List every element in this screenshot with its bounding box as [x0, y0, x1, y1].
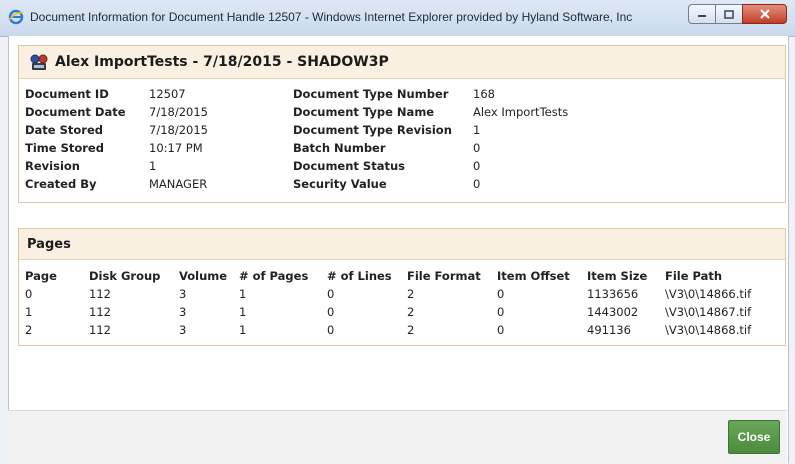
prop-value: 1 [149, 159, 157, 173]
pages-header: Pages [19, 229, 785, 260]
maximize-button[interactable] [715, 4, 742, 24]
prop-value: 10:17 PM [149, 141, 203, 155]
prop-label: Document Type Number [293, 87, 449, 101]
table-cell: 1 [239, 287, 247, 301]
document-info-panel: Alex ImportTests - 7/18/2015 - SHADOW3P … [18, 45, 786, 203]
table-cell: 0 [25, 287, 33, 301]
table-cell: 0 [327, 323, 335, 337]
table-cell: 0 [327, 287, 335, 301]
document-type-icon [30, 54, 48, 70]
prop-label: Document Status [293, 159, 405, 173]
prop-value: 168 [473, 87, 495, 101]
prop-label: Document Date [25, 105, 126, 119]
document-info-header: Alex ImportTests - 7/18/2015 - SHADOW3P [19, 46, 785, 79]
table-cell: 0 [327, 305, 335, 319]
prop-value: 12507 [149, 87, 186, 101]
column-header: Volume [179, 269, 228, 283]
table-cell: \V3\0\14867.tif [665, 305, 752, 319]
window-title: Document Information for Document Handle… [30, 10, 633, 24]
table-cell: 3 [179, 323, 187, 337]
table-cell: 2 [25, 323, 33, 337]
prop-label: Batch Number [293, 141, 386, 155]
table-cell: 2 [407, 305, 415, 319]
table-cell: 112 [89, 305, 111, 319]
table-cell: 1133656 [587, 287, 639, 301]
window-controls [688, 4, 787, 26]
table-cell: 112 [89, 287, 111, 301]
document-heading: Alex ImportTests - 7/18/2015 - SHADOW3P [55, 54, 389, 70]
pages-heading: Pages [27, 237, 71, 252]
dialog-footer: Close [8, 410, 787, 464]
prop-label: Revision [25, 159, 80, 173]
window-close-button[interactable] [742, 4, 787, 24]
table-cell: 0 [497, 305, 505, 319]
table-cell: 491136 [587, 323, 631, 337]
column-header: Disk Group [89, 269, 161, 283]
table-row[interactable]: 2 112 3 1 0 2 0 491136 \V3\0\14868.tif [25, 321, 761, 339]
close-button[interactable]: Close [728, 420, 780, 454]
table-cell: 3 [179, 305, 187, 319]
column-header: File Format [407, 269, 481, 283]
prop-value: 0 [473, 141, 481, 155]
prop-label: Security Value [293, 177, 387, 191]
table-row[interactable]: 0 112 3 1 0 2 0 1133656 \V3\0\14866.tif [25, 285, 761, 303]
column-header: Page [25, 269, 57, 283]
internet-explorer-icon [8, 9, 24, 25]
prop-value: 1 [473, 123, 481, 137]
prop-value: 7/18/2015 [149, 105, 208, 119]
table-row[interactable]: 1 112 3 1 0 2 0 1443002 \V3\0\14867.tif [25, 303, 761, 321]
minimize-button[interactable] [688, 4, 715, 24]
table-cell: 2 [407, 323, 415, 337]
column-header: Item Size [587, 269, 648, 283]
column-header: # of Lines [327, 269, 392, 283]
prop-value: 0 [473, 159, 481, 173]
prop-label: Created By [25, 177, 97, 191]
table-cell: \V3\0\14866.tif [665, 287, 752, 301]
prop-label: Document Type Name [293, 105, 435, 119]
table-cell: 2 [407, 287, 415, 301]
column-header: File Path [665, 269, 723, 283]
prop-label: Time Stored [25, 141, 104, 155]
table-cell: 1 [25, 305, 33, 319]
table-cell: 3 [179, 287, 187, 301]
table-cell: 0 [497, 323, 505, 337]
table-cell: 0 [497, 287, 505, 301]
pages-panel: Pages Page Disk Group Volume # of Pages … [18, 228, 786, 346]
close-icon [759, 9, 770, 19]
prop-value: 0 [473, 177, 481, 191]
prop-label: Date Stored [25, 123, 103, 137]
table-cell: 1 [239, 323, 247, 337]
table-cell: 1 [239, 305, 247, 319]
column-header: # of Pages [239, 269, 309, 283]
table-cell: \V3\0\14868.tif [665, 323, 752, 337]
minimize-icon [698, 15, 706, 17]
prop-label: Document Type Revision [293, 123, 452, 137]
column-header: Item Offset [497, 269, 570, 283]
table-cell: 1443002 [587, 305, 639, 319]
prop-value: 7/18/2015 [149, 123, 208, 137]
window-titlebar: Document Information for Document Handle… [0, 0, 795, 37]
table-cell: 112 [89, 323, 111, 337]
pages-table: Page Disk Group Volume # of Pages # of L… [25, 267, 761, 339]
prop-label: Document ID [25, 87, 109, 101]
maximize-icon [724, 9, 734, 19]
prop-value: Alex ImportTests [473, 105, 569, 119]
prop-value: MANAGER [149, 177, 208, 191]
pages-table-header: Page Disk Group Volume # of Pages # of L… [25, 267, 761, 285]
